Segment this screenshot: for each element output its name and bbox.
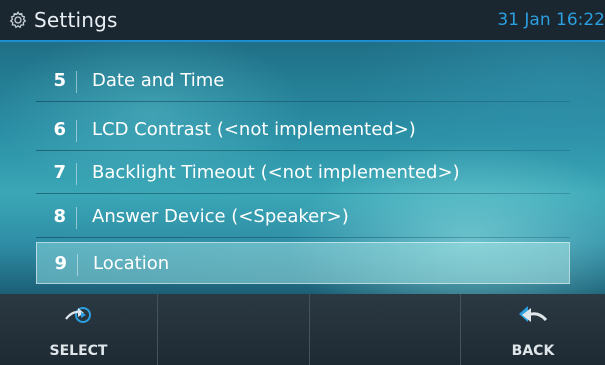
gear-icon [8,9,30,31]
row-divider [36,237,570,238]
softkey-2[interactable] [158,294,309,365]
menu-item-label: Date and Time [92,70,225,91]
menu-item-date-and-time[interactable]: 5 Date and Time [36,60,570,102]
select-arrow-icon [62,302,96,328]
menu-item-number: 8 [53,206,66,227]
menu-item-separator [76,71,77,93]
menu-item-location[interactable]: 9 Location [36,242,570,284]
back-softkey[interactable]: BACK [461,294,605,365]
softkey-3[interactable] [310,294,460,365]
menu-item-separator [76,120,77,142]
menu-item-number: 5 [53,70,66,91]
row-divider [36,101,570,102]
back-arrow-icon [516,302,550,328]
menu-item-separator [77,254,78,276]
date-time-display: 31 Jan 16:22 [497,10,605,30]
menu-item-number: 6 [53,119,66,140]
menu-item-label: LCD Contrast (<not implemented>) [92,119,416,140]
softkey-label: BACK [511,343,555,359]
menu-item-number: 7 [53,162,66,183]
menu-item-lcd-contrast[interactable]: 6 LCD Contrast (<not implemented>) [36,109,570,151]
select-softkey[interactable]: SELECT [0,294,157,365]
menu-item-number: 9 [54,253,67,274]
softkey-label: SELECT [49,343,108,359]
menu-item-label: Location [93,253,170,274]
menu-item-label: Answer Device (<Speaker>) [92,206,349,227]
softkey-bar: SELECT BACK [0,294,605,365]
title-bar: Settings 31 Jan 16:22 [0,0,605,40]
settings-menu: 5 Date and Time 6 LCD Contrast (<not imp… [0,42,605,294]
menu-item-separator [76,207,77,229]
page-title: Settings [34,8,118,32]
row-divider [36,150,570,151]
menu-item-answer-device[interactable]: 8 Answer Device (<Speaker>) [36,196,570,238]
row-divider [36,193,570,194]
menu-item-backlight-timeout[interactable]: 7 Backlight Timeout (<not implemented>) [36,152,570,194]
menu-item-separator [76,163,77,185]
menu-item-label: Backlight Timeout (<not implemented>) [92,162,460,183]
